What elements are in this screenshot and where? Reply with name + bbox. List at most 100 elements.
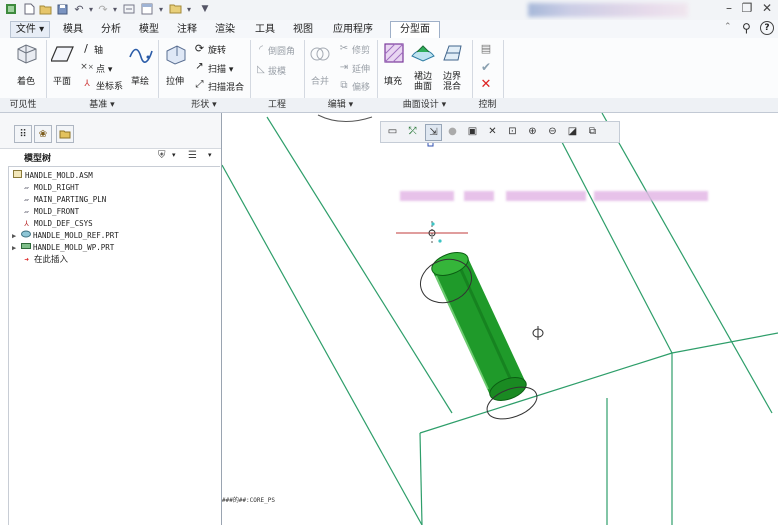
merge-button-label[interactable]: 合并 [311, 74, 329, 87]
close-window-icon[interactable] [168, 2, 182, 16]
extrude-icon[interactable] [163, 43, 189, 65]
boundary-blend-icon[interactable] [441, 42, 465, 64]
tree-item-mold-right[interactable]: ▱ MOLD_RIGHT [21, 182, 79, 194]
windows-dropdown-icon[interactable]: ▾ [154, 2, 168, 16]
axis-button-label[interactable]: 轴 [94, 43, 103, 56]
offset-icon[interactable]: ⧉ [338, 79, 350, 91]
tab-view[interactable]: 视图 [288, 22, 318, 37]
tree-item-handle-mold-wp[interactable]: ▶ HANDLE_MOLD_WP.PRT [12, 242, 114, 254]
saved-views-icon[interactable]: ✕ [485, 124, 500, 139]
merge-icon[interactable] [309, 43, 331, 65]
fill-button-label[interactable]: 填充 [384, 74, 402, 87]
tree-item-mold-def-csys[interactable]: ⅄ MOLD_DEF_CSYS [21, 218, 93, 230]
skirt-surface-button-label[interactable]: 裙边曲面 [413, 72, 433, 92]
expand-arrow-icon[interactable]: ▶ [12, 230, 20, 242]
shade-icon[interactable] [14, 43, 40, 65]
quick-access-dropdown-icon[interactable]: ▾ [182, 2, 196, 16]
zoom-to-fit-icon[interactable]: ⊡ [505, 124, 520, 139]
regenerate-icon[interactable] [122, 2, 136, 16]
csys-button-label[interactable]: 坐标系 [96, 79, 123, 92]
tab-annotate[interactable]: 注释 [172, 22, 202, 37]
extend-button-label[interactable]: 延伸 [352, 62, 370, 75]
trim-icon[interactable]: ✂ [338, 42, 350, 54]
collapse-ribbon-icon[interactable]: ⌃ [724, 22, 732, 32]
csys-icon[interactable]: ⅄ [80, 78, 94, 90]
group-label-editing[interactable]: 编辑 ▾ [304, 98, 377, 112]
point-button-label[interactable]: 点 ▾ [96, 62, 112, 75]
datum-display-icon[interactable]: ⤱ [405, 124, 420, 139]
model-tree-tab-icon[interactable]: ⠿ [14, 125, 32, 143]
draft-button-label[interactable]: 拔模 [268, 64, 286, 77]
tree-item-assembly[interactable]: HANDLE_MOLD.ASM [12, 170, 93, 182]
help-icon[interactable]: ? [760, 21, 774, 35]
zoom-in-icon[interactable]: ⊕ [525, 124, 540, 139]
tab-model[interactable]: 模型 [134, 22, 164, 37]
tab-applications[interactable]: 应用程序 [328, 22, 378, 37]
sweep-icon[interactable]: ↗ [193, 60, 206, 73]
trim-button-label[interactable]: 修剪 [352, 43, 370, 56]
display-style-icon[interactable]: ⧉ [585, 124, 600, 139]
fill-icon[interactable] [383, 42, 405, 64]
point-label-text: 点 [96, 65, 106, 75]
round-icon[interactable]: ◜ [255, 43, 267, 55]
draft-icon[interactable]: ◺ [255, 63, 267, 75]
close-icon[interactable]: ✕ [758, 1, 776, 15]
repaint-icon[interactable]: ◪ [565, 124, 580, 139]
revolve-icon[interactable]: ⟳ [193, 42, 206, 55]
new-file-icon[interactable] [22, 2, 36, 16]
tree-settings-dropdown-icon[interactable]: ▾ [172, 151, 176, 159]
sweep-button-label[interactable]: 扫描 ▾ [208, 62, 233, 75]
round-button-label[interactable]: 倒圆角 [268, 44, 295, 57]
open-file-icon[interactable] [38, 2, 52, 16]
extend-icon[interactable]: ⇥ [338, 61, 350, 73]
ok-checkmark-icon[interactable]: ✔ [480, 60, 492, 74]
tree-item-main-parting-pln[interactable]: ▱ MAIN_PARTING_PLN [21, 194, 106, 206]
point-icon[interactable]: × × [80, 61, 94, 73]
search-icon[interactable]: ⚲ [742, 21, 751, 35]
group-label-surface-design[interactable]: 曲面设计 ▾ [377, 98, 472, 112]
folder-browser-tab-icon[interactable]: ❀ [34, 125, 52, 143]
offset-button-label[interactable]: 偏移 [352, 80, 370, 93]
windows-icon[interactable] [140, 2, 154, 16]
tree-settings-icon[interactable]: ⛨ [158, 150, 166, 161]
customize-toolbar-icon[interactable]: ▼ [198, 2, 212, 16]
spin-center-toggle-icon[interactable]: ● [445, 124, 460, 139]
tab-file[interactable]: 文件 ▾ [10, 21, 50, 38]
tree-item-mold-front[interactable]: ▱ MOLD_FRONT [21, 206, 79, 218]
expand-arrow-icon[interactable]: ▶ [12, 242, 20, 254]
axis-icon[interactable]: / [80, 42, 92, 55]
boundary-blend-button-label[interactable]: 边界混合 [442, 72, 462, 92]
revolve-button-label[interactable]: 旋转 [208, 43, 226, 56]
annotation-display-icon[interactable]: ▣ [465, 124, 480, 139]
group-label-datum[interactable]: 基准 ▾ [46, 98, 158, 112]
save-icon[interactable] [55, 2, 69, 16]
refit-icon[interactable]: ▭ [385, 124, 400, 139]
tab-mold[interactable]: 模具 [58, 22, 88, 37]
skirt-surface-icon[interactable] [410, 42, 436, 64]
plane-button-label[interactable]: 平面 [53, 74, 71, 87]
tree-item-insert-here[interactable]: ➜ 在此插入 [21, 254, 68, 266]
cancel-x-icon[interactable]: ✕ [480, 77, 492, 92]
tab-analysis[interactable]: 分析 [96, 22, 126, 37]
restore-icon[interactable]: ❐ [738, 1, 756, 15]
shade-button-label[interactable]: 着色 [17, 74, 35, 87]
favorites-tab-icon[interactable] [56, 125, 74, 143]
sketch-icon[interactable] [128, 43, 154, 65]
tree-filter-icon[interactable]: ☰ [188, 150, 197, 161]
extrude-button-label[interactable]: 拉伸 [166, 74, 184, 87]
tab-render[interactable]: 渲染 [210, 22, 240, 37]
tree-item-handle-mold-ref[interactable]: ▶ HANDLE_MOLD_REF.PRT [12, 230, 119, 242]
zoom-out-icon[interactable]: ⊖ [545, 124, 560, 139]
swept-blend-icon[interactable]: ⤢ [193, 78, 206, 91]
minimize-icon[interactable]: – [720, 1, 738, 15]
graphics-window[interactable]: ###的##:CORE_PS [222, 113, 778, 525]
datum-plane-icon[interactable] [51, 44, 75, 64]
swept-blend-button-label[interactable]: 扫描混合 [208, 80, 244, 93]
csys-display-icon[interactable]: ⇲ [425, 124, 442, 141]
tree-filter-dropdown-icon[interactable]: ▾ [208, 151, 212, 159]
tab-tools[interactable]: 工具 [250, 22, 280, 37]
sketch-button-label[interactable]: 草绘 [131, 74, 149, 87]
redo-dropdown-icon[interactable]: ▾ [108, 2, 122, 16]
properties-icon[interactable]: ▤ [480, 42, 492, 55]
group-label-shapes[interactable]: 形状 ▾ [158, 98, 250, 112]
